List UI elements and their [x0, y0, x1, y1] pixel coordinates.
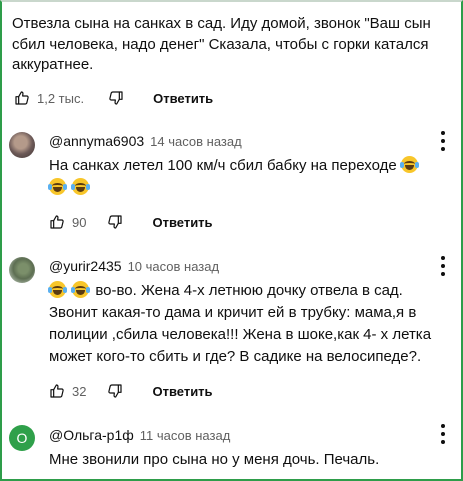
- laughing-emoji-icon: [399, 156, 419, 173]
- comment-time[interactable]: 14 часов назад: [150, 134, 242, 149]
- like-button[interactable]: [14, 90, 30, 106]
- thumbs-down-icon: [108, 384, 123, 398]
- thumbs-up-icon: [50, 215, 64, 229]
- comment-text: Мне звонили про сына но у меня дочь. Печ…: [49, 451, 380, 468]
- post-text: Отвезла сына на санках в сад. Иду домой,…: [12, 15, 431, 73]
- comment-text-part: На санках летел 100 км/ч сбил бабку на п…: [49, 157, 397, 174]
- dislike-button[interactable]: [108, 90, 124, 106]
- like-count: 90: [72, 214, 87, 230]
- laughing-emoji-icon: [48, 281, 67, 298]
- comment-text-part: во-во. Жена 4-х летнюю дочку отвела в са…: [49, 282, 432, 365]
- laughing-emoji-icon: [48, 178, 67, 195]
- dislike-button[interactable]: [107, 214, 123, 230]
- comment-actions: 32 Ответить: [49, 383, 213, 399]
- comment-text: во-во. Жена 4-х летнюю дочку отвела в са…: [48, 280, 454, 368]
- comment-time[interactable]: 11 часов назад: [140, 428, 231, 443]
- reply-button[interactable]: Ответить: [152, 384, 212, 399]
- avatar[interactable]: [9, 257, 35, 283]
- avatar[interactable]: [9, 132, 35, 158]
- comment-time[interactable]: 10 часов назад: [128, 259, 220, 274]
- more-vert-icon[interactable]: [439, 424, 447, 444]
- comment-text: На санках летел 100 км/ч сбил бабку на п…: [48, 155, 454, 199]
- laughing-emoji-icon: [71, 281, 91, 298]
- comment-author[interactable]: @Ольга-р1ф: [49, 427, 134, 443]
- comment-author[interactable]: @yurir2435: [49, 258, 122, 274]
- comment-header: @annyma6903 14 часов назад: [49, 133, 242, 149]
- comment-header: @Ольга-р1ф 11 часов назад: [49, 427, 230, 443]
- comment-actions: 90 Ответить: [49, 214, 213, 230]
- dislike-button[interactable]: [107, 383, 123, 399]
- more-vert-icon[interactable]: [439, 131, 447, 151]
- thumbs-down-icon: [108, 215, 123, 229]
- post-actions: 1,2 тыс. Ответить: [14, 90, 213, 106]
- like-count: 1,2 тыс.: [37, 90, 85, 106]
- thumbs-down-icon: [109, 91, 123, 105]
- laughing-emoji-icon: [71, 178, 91, 195]
- comment-header: @yurir2435 10 часов назад: [49, 258, 219, 274]
- avatar[interactable]: О: [9, 425, 35, 451]
- thumbs-up-icon: [15, 91, 29, 105]
- comment-author[interactable]: @annyma6903: [49, 133, 144, 149]
- like-count: 32: [72, 383, 87, 399]
- reply-button[interactable]: Ответить: [153, 91, 213, 106]
- reply-button[interactable]: Ответить: [152, 215, 212, 230]
- like-button[interactable]: [49, 214, 65, 230]
- screenshot-frame: Отвезла сына на санках в сад. Иду домой,…: [0, 0, 463, 481]
- like-button[interactable]: [49, 383, 65, 399]
- more-vert-icon[interactable]: [439, 256, 447, 276]
- thumbs-up-icon: [50, 384, 64, 398]
